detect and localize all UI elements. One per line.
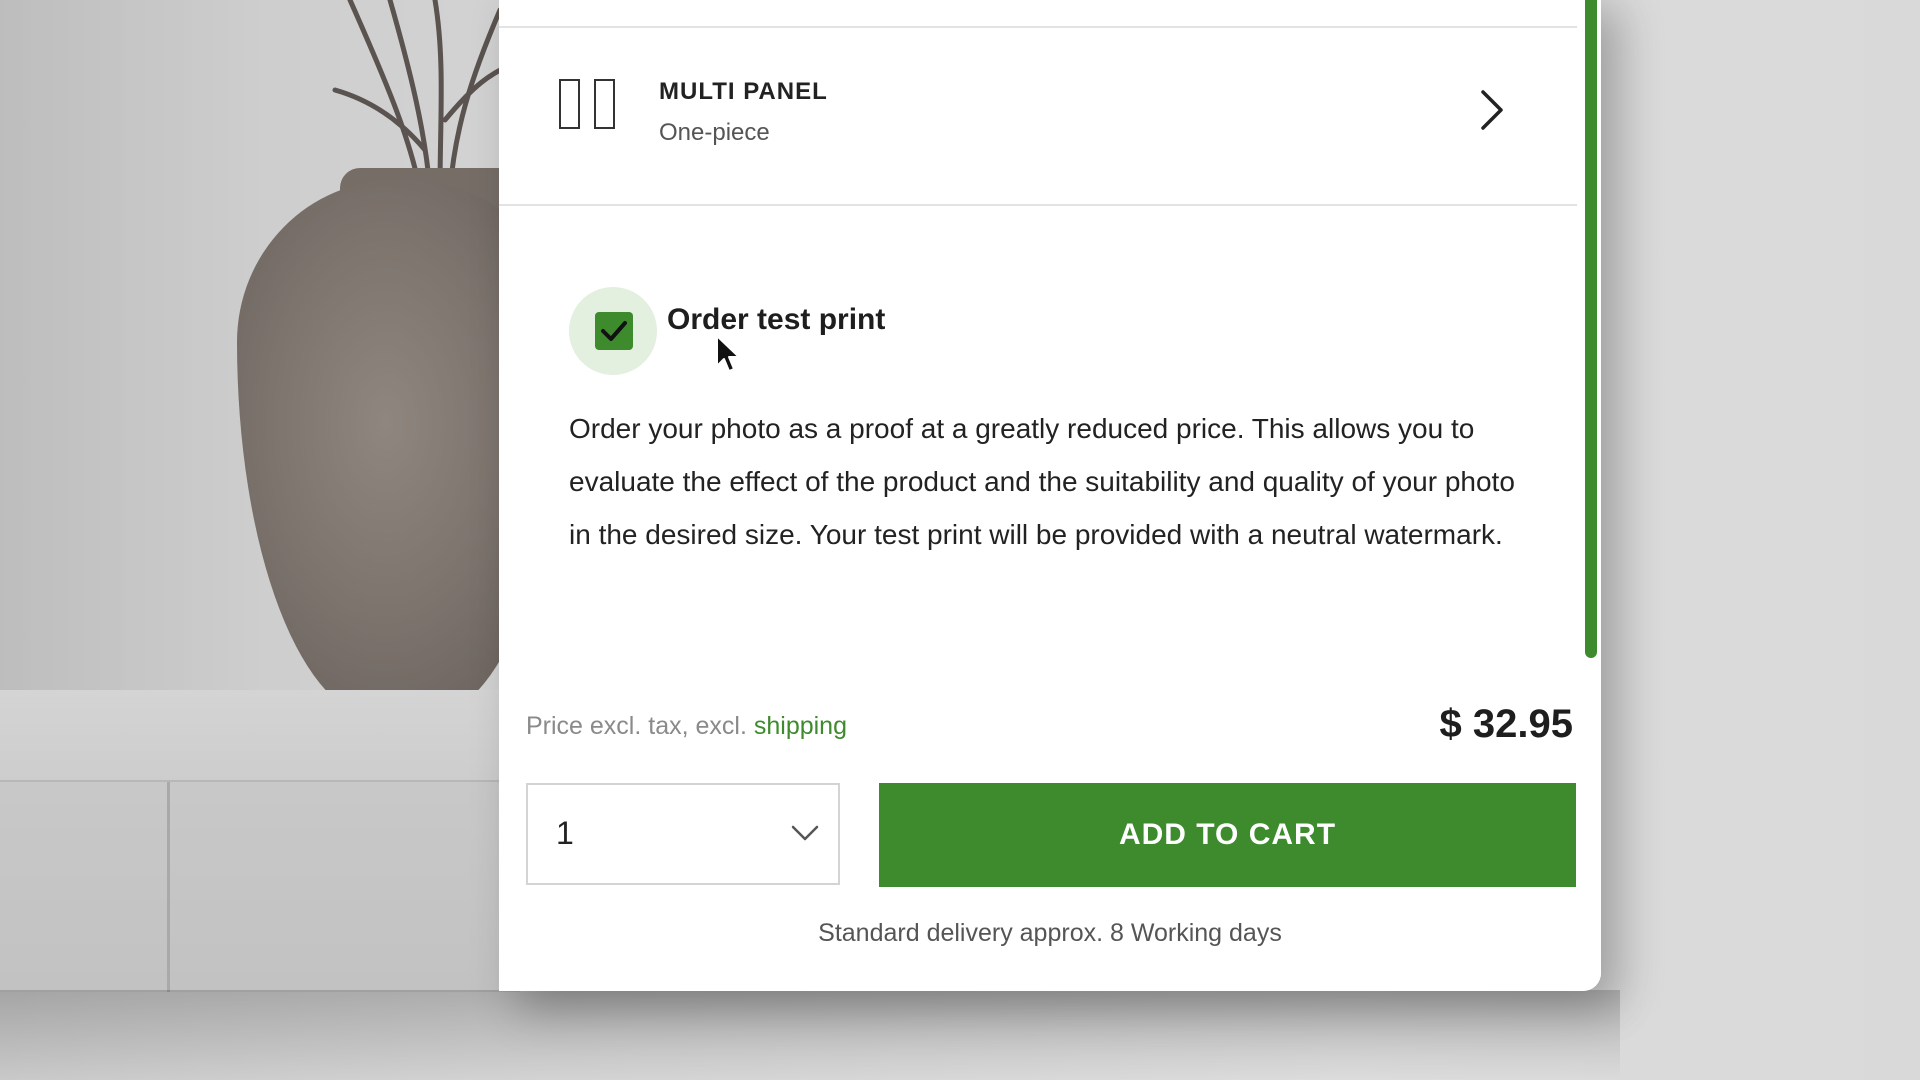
price-note-text: Price excl. tax, excl. [526,712,747,740]
multi-panel-icon [559,79,617,133]
chevron-down-icon [791,825,819,841]
background-shelf-front [0,782,520,992]
quantity-select[interactable]: 1 [526,783,840,885]
checkmark-icon [601,321,627,341]
quantity-value: 1 [556,815,574,851]
mouse-cursor-icon [716,335,740,372]
background-floor-shadow [0,990,1620,1080]
shipping-link[interactable]: shipping [754,712,847,740]
test-print-description: Order your photo as a proof at a greatly… [569,413,1515,550]
test-print-checkbox[interactable] [595,312,633,350]
price-note: Price excl. tax, excl. shipping [526,712,847,741]
delivery-info: Standard delivery approx. 8 Working days [818,919,1282,947]
background-shadow [0,0,270,700]
chevron-right-icon[interactable] [1471,88,1511,132]
previous-option-row[interactable] [499,0,1577,28]
background-shelf-top [0,690,520,782]
background-shelf-seam [167,782,170,992]
add-to-cart-button[interactable]: ADD TO CART [879,783,1576,887]
option-row-multi-panel[interactable] [499,28,1577,206]
product-config-panel: MULTI PANEL One-piece Order test print O… [499,0,1601,991]
option-subtitle: One-piece [659,119,770,146]
test-print-label[interactable]: Order test print [667,303,885,337]
scrollbar-thumb[interactable] [1585,0,1597,658]
price-value: $ 32.95 [1439,702,1573,746]
option-title: MULTI PANEL [659,78,828,105]
